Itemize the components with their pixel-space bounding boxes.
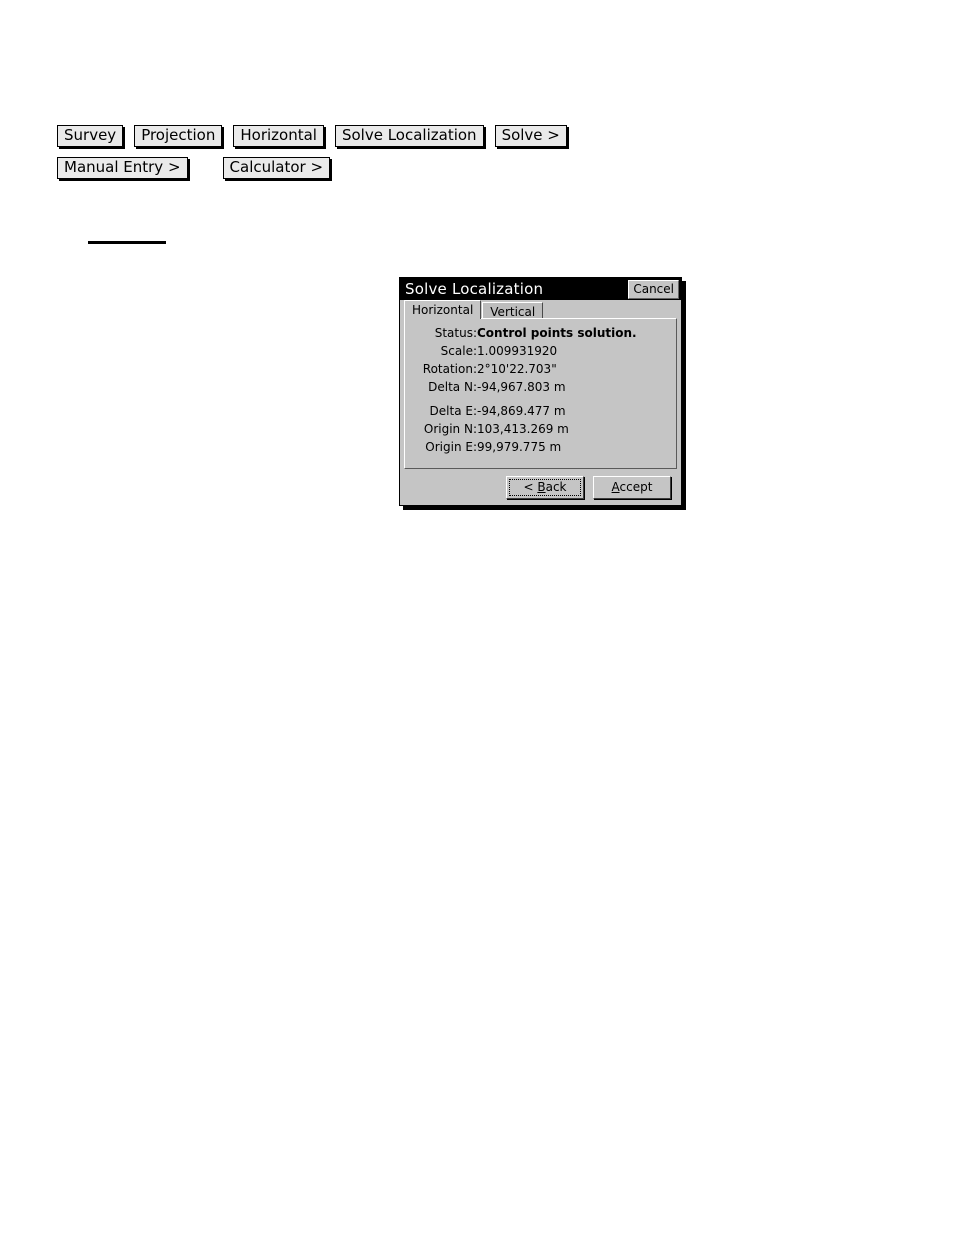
field-label-scale: Scale: bbox=[440, 344, 477, 358]
results-table: Status: Control points solution. Scale: … bbox=[405, 327, 676, 459]
section-divider-rule bbox=[88, 241, 166, 244]
field-value-scale: 1.009931920 bbox=[477, 344, 558, 358]
breadcrumb-item-projection[interactable]: Projection bbox=[134, 125, 223, 147]
field-label-origin-n: Origin N: bbox=[423, 422, 477, 436]
back-button-prefix: < bbox=[523, 480, 538, 494]
field-value-delta-n: -94,967.803 m bbox=[477, 380, 566, 394]
field-label-rotation: Rotation: bbox=[422, 362, 477, 376]
breadcrumb-row-primary: Survey Projection Horizontal Solve Local… bbox=[57, 125, 578, 147]
field-label-status: Status: bbox=[434, 326, 477, 340]
breadcrumb-item-calculator[interactable]: Calculator > bbox=[222, 157, 331, 179]
field-label-delta-e: Delta E: bbox=[429, 404, 477, 418]
field-value-origin-n: 103,413.269 m bbox=[477, 422, 569, 436]
dialog-tabstrip: Horizontal Vertical bbox=[400, 300, 681, 319]
breadcrumb-item-horizontal[interactable]: Horizontal bbox=[233, 125, 324, 147]
back-button[interactable]: < Back bbox=[506, 476, 584, 499]
breadcrumb-item-solve-localization[interactable]: Solve Localization bbox=[334, 125, 484, 147]
horizontal-results-panel: Status: Control points solution. Scale: … bbox=[404, 318, 677, 469]
field-value-status: Control points solution. bbox=[477, 326, 637, 340]
accept-button-rest: ccept bbox=[619, 480, 653, 494]
field-value-rotation: 2°10'22.703" bbox=[477, 362, 557, 376]
table-row-origin-n: Origin N: 103,413.269 m bbox=[405, 423, 676, 441]
table-row-status: Status: Control points solution. bbox=[405, 327, 676, 345]
dialog-titlebar: Solve Localization Cancel bbox=[400, 278, 681, 300]
accept-button[interactable]: Accept bbox=[593, 476, 671, 499]
table-row-scale: Scale: 1.009931920 bbox=[405, 345, 676, 363]
dialog-title: Solve Localization bbox=[405, 279, 544, 298]
table-row-delta-n: Delta N: -94,967.803 m bbox=[405, 381, 676, 399]
tab-horizontal[interactable]: Horizontal bbox=[404, 300, 482, 319]
table-row-origin-e: Origin E: 99,979.775 m bbox=[405, 441, 676, 459]
tab-vertical[interactable]: Vertical bbox=[482, 302, 544, 319]
breadcrumb-item-survey[interactable]: Survey bbox=[57, 125, 124, 147]
table-row-delta-e: Delta E: -94,869.477 m bbox=[405, 399, 676, 423]
field-label-origin-e: Origin E: bbox=[425, 440, 477, 454]
back-button-accel: B bbox=[537, 480, 546, 494]
breadcrumb-item-solve[interactable]: Solve > bbox=[494, 125, 567, 147]
breadcrumb-row-secondary: Manual Entry > Calculator > bbox=[57, 157, 341, 179]
back-button-rest: ack bbox=[545, 480, 567, 494]
cancel-button[interactable]: Cancel bbox=[628, 279, 679, 299]
field-value-delta-e: -94,869.477 m bbox=[477, 404, 566, 418]
breadcrumb-item-manual-entry[interactable]: Manual Entry > bbox=[57, 157, 188, 179]
dialog-button-bar: < Back Accept bbox=[400, 469, 681, 505]
table-row-rotation: Rotation: 2°10'22.703" bbox=[405, 363, 676, 381]
field-value-origin-e: 99,979.775 m bbox=[477, 440, 562, 454]
field-label-delta-n: Delta N: bbox=[428, 380, 477, 394]
accept-button-accel: A bbox=[611, 480, 620, 494]
solve-localization-dialog: Solve Localization Cancel Horizontal Ver… bbox=[399, 277, 682, 506]
